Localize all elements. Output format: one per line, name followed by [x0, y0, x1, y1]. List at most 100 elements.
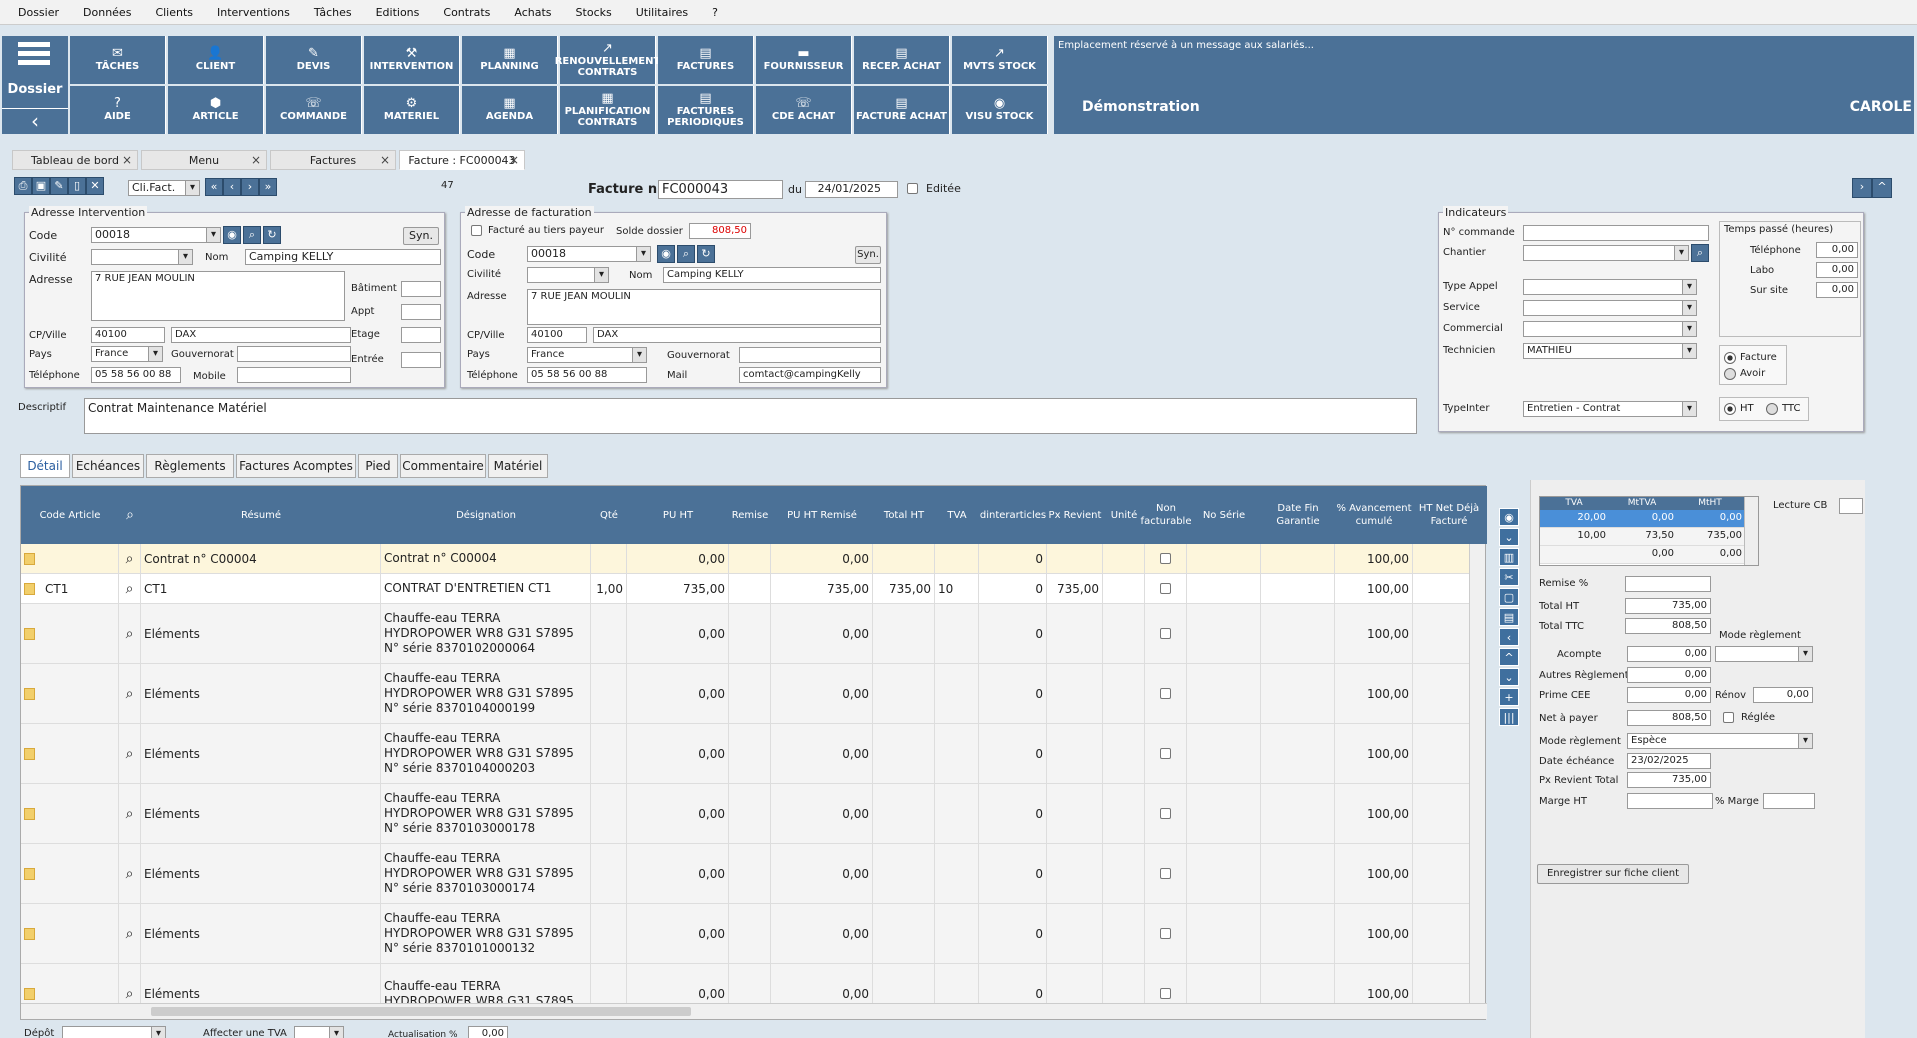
collapse-icon[interactable]: ⌄	[1499, 528, 1519, 546]
toolbar-client-button[interactable]: 👤 CLIENT	[168, 36, 264, 84]
empty-cell[interactable]	[1103, 574, 1145, 603]
cell-dinter[interactable]: 0	[979, 664, 1047, 723]
cell-resume[interactable]: Eléments	[141, 844, 381, 903]
col-header[interactable]: Remise	[729, 486, 771, 544]
col-header[interactable]: HT Net Déjà Facturé	[1413, 486, 1485, 544]
code-article-cell[interactable]	[21, 724, 119, 783]
cell-puremise[interactable]: 0,00	[771, 604, 873, 663]
empty-cell[interactable]	[1413, 784, 1469, 843]
adresse-field[interactable]: 7 RUE JEAN MOULIN	[91, 271, 345, 321]
non-facturable-checkbox[interactable]	[1145, 844, 1187, 903]
toolbar-renouvellement-contrats-button[interactable]: ↗ RENOUVELLEMENT CONTRATS	[555, 36, 660, 84]
toolbar-devis-button[interactable]: ✎ DEVIS	[266, 36, 362, 84]
nom-field[interactable]: Camping KELLY	[245, 249, 441, 265]
search-icon[interactable]: ⌕	[119, 964, 141, 1004]
syn-button[interactable]: Syn.	[855, 246, 881, 264]
chevron-down-icon[interactable]: ⌄	[1499, 668, 1519, 686]
cell-avanc[interactable]: 100,00	[1335, 724, 1413, 783]
cell-qte[interactable]	[591, 844, 627, 903]
empty-cell[interactable]	[1103, 844, 1145, 903]
civilite-select[interactable]	[527, 267, 609, 283]
cell-qte[interactable]	[591, 664, 627, 723]
grid-hscrollbar[interactable]	[21, 1003, 1487, 1019]
doc-type-select[interactable]: Cli.Fact.	[128, 180, 200, 196]
code-article-cell[interactable]	[21, 544, 119, 573]
empty-cell[interactable]	[1187, 604, 1261, 663]
empty-cell[interactable]	[1103, 964, 1145, 1004]
type-appel-select[interactable]	[1523, 279, 1697, 295]
copy-icon[interactable]: ▢	[1499, 588, 1519, 606]
empty-cell[interactable]	[1261, 664, 1335, 723]
barcode-icon[interactable]: |||	[1499, 708, 1519, 726]
empty-cell[interactable]	[1187, 664, 1261, 723]
cell-designation[interactable]: Chauffe-eau TERRA HYDROPOWER WR8 G31 S78…	[381, 844, 591, 903]
empty-cell[interactable]	[1261, 844, 1335, 903]
search-column-header[interactable]: ⌕	[119, 486, 141, 544]
col-header[interactable]: % Avancement cumulé	[1335, 486, 1413, 544]
empty-cell[interactable]	[1187, 844, 1261, 903]
cell-avanc[interactable]: 100,00	[1335, 784, 1413, 843]
cell-puremise[interactable]: 0,00	[771, 904, 873, 963]
empty-cell[interactable]	[1261, 784, 1335, 843]
cell-dinter[interactable]: 0	[979, 574, 1047, 603]
cell-tva[interactable]: 10	[935, 574, 979, 603]
cell-puremise[interactable]: 0,00	[771, 664, 873, 723]
close-icon[interactable]: ×	[380, 153, 390, 167]
new-icon[interactable]: ▯	[68, 177, 86, 195]
cell-tva[interactable]	[935, 604, 979, 663]
menu-interventions[interactable]: Interventions	[205, 6, 302, 19]
cell-resume[interactable]: CT1	[141, 574, 381, 603]
empty-cell[interactable]	[1261, 544, 1335, 573]
cell-total[interactable]: 735,00	[873, 574, 935, 603]
cell-avanc[interactable]: 100,00	[1335, 964, 1413, 1004]
search-icon[interactable]: ⌕	[119, 574, 141, 603]
empty-cell[interactable]	[1187, 964, 1261, 1004]
cell-remise[interactable]	[729, 724, 771, 783]
search-icon[interactable]: ⌕	[119, 604, 141, 663]
cell-puremise[interactable]: 0,00	[771, 544, 873, 573]
mobile-field[interactable]	[237, 367, 351, 383]
prev-icon[interactable]: ‹	[223, 178, 241, 196]
facture-radio[interactable]	[1724, 352, 1736, 364]
toolbar-visu-stock-button[interactable]: ◉ VISU STOCK	[952, 86, 1048, 134]
toolbar-mvts-stock-button[interactable]: ↗ MVTS STOCK	[952, 36, 1048, 84]
tva-row[interactable]: 10,00 73,50 735,00	[1540, 528, 1744, 546]
cell-avanc[interactable]: 100,00	[1335, 604, 1413, 663]
reglee-checkbox[interactable]	[1723, 712, 1734, 723]
empty-cell[interactable]	[1413, 724, 1469, 783]
cell-designation[interactable]: Contrat n° C00004	[381, 544, 591, 573]
menu-achats[interactable]: Achats	[502, 6, 563, 19]
empty-cell[interactable]	[1187, 544, 1261, 573]
toolbar-fournisseur-button[interactable]: ▬ FOURNISSEUR	[756, 36, 852, 84]
last-icon[interactable]: »	[259, 178, 277, 196]
cell-designation[interactable]: Chauffe-eau TERRA HYDROPOWER WR8 G31 S78…	[381, 724, 591, 783]
cell-remise[interactable]	[729, 784, 771, 843]
cell-remise[interactable]	[729, 844, 771, 903]
menu-[interactable]: ?	[700, 6, 730, 19]
cell-avanc[interactable]: 100,00	[1335, 544, 1413, 573]
search-icon[interactable]: ⌕	[119, 664, 141, 723]
col-header[interactable]: PU HT Remisé	[771, 486, 873, 544]
table-row[interactable]: ⌕ Eléments Chauffe-eau TERRA HYDROPOWER WR…	[21, 604, 1469, 664]
toolbar-recep-achat-button[interactable]: ▤ RECEP. ACHAT	[854, 36, 950, 84]
empty-cell[interactable]	[1261, 574, 1335, 603]
menu-donnees[interactable]: Données	[71, 6, 143, 19]
cell-designation[interactable]: Chauffe-eau TERRA HYDROPOWER WR8 G31 S78…	[381, 904, 591, 963]
cell-dinter[interactable]: 0	[979, 544, 1047, 573]
col-header[interactable]: dinterarticles	[979, 486, 1047, 544]
non-facturable-checkbox[interactable]	[1145, 574, 1187, 603]
cell-resume[interactable]: Eléments	[141, 724, 381, 783]
descriptif-field[interactable]: Contrat Maintenance Matériel	[84, 398, 1417, 434]
empty-cell[interactable]	[1413, 544, 1469, 573]
next-icon[interactable]: ›	[241, 178, 259, 196]
cell-qte[interactable]	[591, 904, 627, 963]
cell-dinter[interactable]: 0	[979, 844, 1047, 903]
cell-designation[interactable]: Chauffe-eau TERRA HYDROPOWER WR8 G31 S78…	[381, 784, 591, 843]
close-icon[interactable]: ×	[122, 153, 132, 167]
eye-icon[interactable]: ◉	[1499, 508, 1519, 526]
close-icon[interactable]: ✕	[86, 177, 104, 195]
cell-total[interactable]	[873, 724, 935, 783]
search-icon[interactable]: ⌕	[677, 245, 695, 263]
cell-pxrev[interactable]	[1047, 664, 1103, 723]
etage-field[interactable]	[401, 327, 441, 343]
